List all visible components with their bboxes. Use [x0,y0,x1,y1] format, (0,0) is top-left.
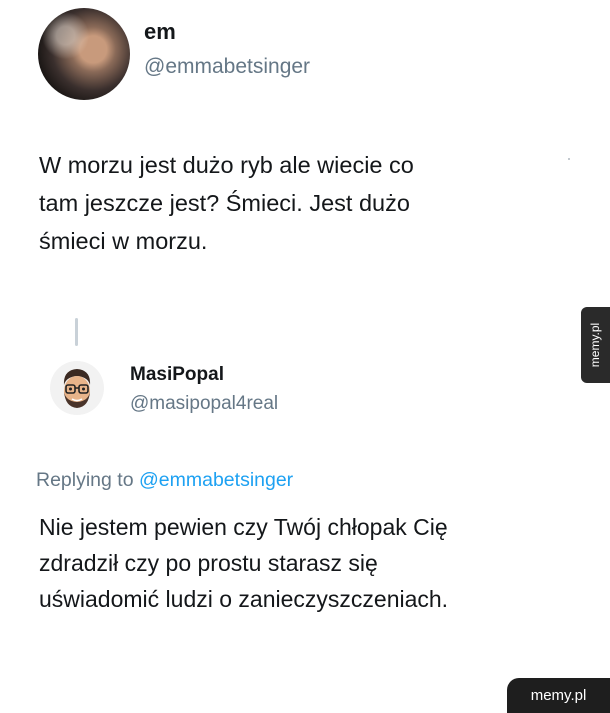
reply-header: MasiPopal @masipopal4real [50,360,278,415]
watermark-side-tab[interactable]: memy.pl [581,307,610,383]
reply-author-block: MasiPopal @masipopal4real [130,364,278,415]
author-block: em @emmabetsinger [144,19,310,79]
avatar[interactable] [38,8,130,100]
watermark-bottom-tab[interactable]: memy.pl [507,678,610,713]
reply-author-name[interactable]: MasiPopal [130,364,278,386]
artifact-dot [568,158,570,160]
replying-to-handle-link[interactable]: @emmabetsinger [139,469,293,491]
replying-to: Replying to @emmabetsinger [36,469,293,492]
reply-text: Nie jestem pewien czy Twój chłopak Cię z… [39,509,559,617]
tweet-text: W morzu jest dużo ryb ale wiecie co tam … [39,146,519,260]
watermark-bottom-label: memy.pl [530,687,587,704]
tweet-header: em @emmabetsinger [38,8,310,100]
thread-connector [75,318,78,346]
author-name[interactable]: em [144,19,310,45]
memoji-face-icon [50,360,104,415]
reply-text-line: Nie jestem pewien czy Twój chłopak Cię [39,514,448,540]
tweet-text-line: śmieci w morzu. [39,228,208,254]
reply-text-line: zdradził czy po prostu starasz się [39,550,378,576]
reply-avatar[interactable] [50,360,104,415]
replying-to-label: Replying to [36,469,134,491]
reply-text-line: uświadomić ludzi o zanieczyszczeniach. [39,586,449,612]
tweet-text-line: W morzu jest dużo ryb ale wiecie co [39,152,414,178]
avatar-photo [38,8,130,100]
watermark-side-label: memy.pl [588,322,603,368]
reply-author-handle[interactable]: @masipopal4real [130,393,278,415]
tweet-text-line: tam jeszcze jest? Śmieci. Jest dużo [39,190,410,216]
author-handle[interactable]: @emmabetsinger [144,55,310,79]
